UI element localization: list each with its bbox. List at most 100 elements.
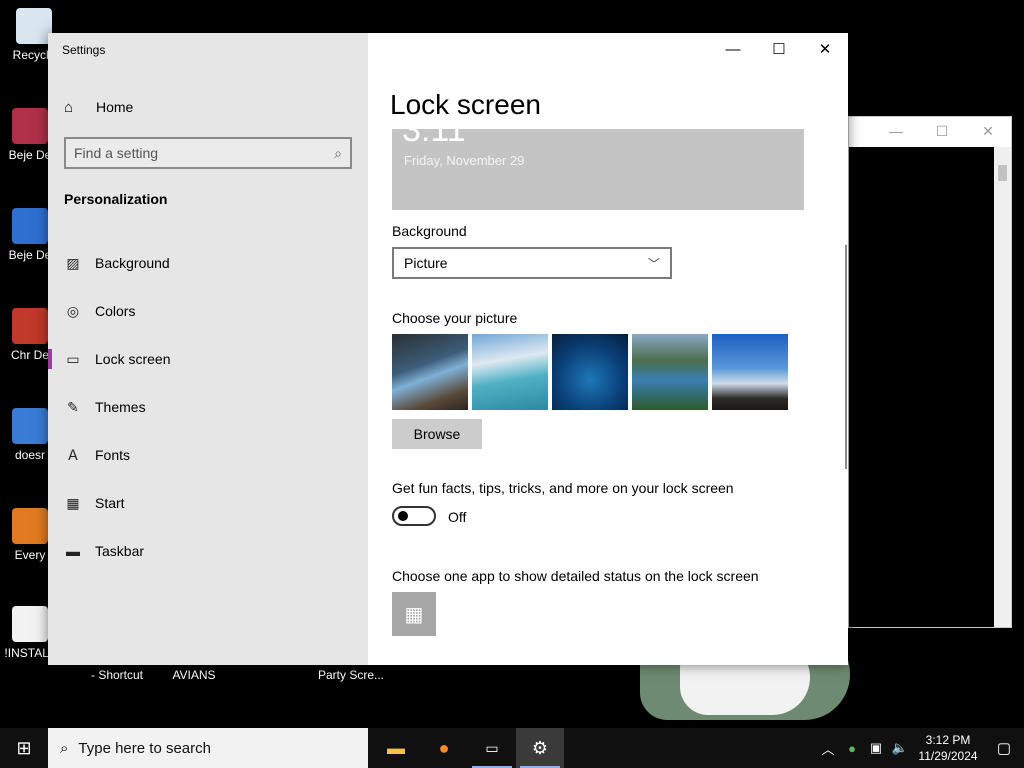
desktop-icon-label[interactable]: Party Scre... bbox=[316, 668, 386, 682]
lock-screen-icon: ▭ bbox=[66, 350, 80, 367]
picture-thumbnail[interactable] bbox=[632, 334, 708, 410]
bejeweled-icon bbox=[12, 208, 48, 244]
section-title: Personalization bbox=[64, 191, 168, 207]
desktop-icon-label: Beje De bbox=[8, 248, 52, 262]
fonts-icon: Ａ bbox=[66, 447, 80, 463]
desktop-icon-label[interactable]: - Shortcut bbox=[86, 668, 148, 682]
recycle-bin-icon bbox=[16, 8, 52, 44]
firefox-button[interactable]: ● bbox=[420, 728, 468, 768]
clock[interactable]: 3:12 PM 11/29/2024 bbox=[912, 732, 984, 764]
picture-thumbnail[interactable] bbox=[552, 334, 628, 410]
taskbar-icon: ▬ bbox=[66, 543, 80, 559]
file-explorer-button[interactable]: ▬ bbox=[372, 728, 420, 768]
background-dropdown[interactable]: Picture ﹀ bbox=[392, 247, 672, 279]
window-title: Settings bbox=[62, 43, 106, 57]
search-icon: ⌕ bbox=[60, 739, 69, 757]
nav-item-label: Fonts bbox=[95, 447, 131, 463]
desktop-icon-label: doesr bbox=[14, 448, 46, 462]
picture-thumbnail[interactable] bbox=[712, 334, 788, 410]
page-title: Lock screen bbox=[390, 89, 541, 120]
taskbar-search-placeholder: Type here to search bbox=[78, 739, 211, 757]
toggle-state-label: Off bbox=[448, 509, 467, 525]
desktop-icon-label: Chr De bbox=[10, 348, 49, 362]
choose-picture-label: Choose your picture bbox=[392, 310, 518, 326]
windows-logo-icon: ⊞ bbox=[16, 737, 32, 758]
page-scrollbar[interactable] bbox=[845, 245, 847, 469]
settings-sidebar: Settings ⌂ Home ⌕ Personalization ▨ Back… bbox=[48, 33, 368, 665]
find-setting-search[interactable]: ⌕ bbox=[64, 137, 352, 169]
nav-item-colors[interactable]: ◎ Colors bbox=[48, 287, 368, 335]
personalization-nav: ▨ Background ◎ Colors ▭ Lock screen ✎ Th… bbox=[48, 239, 368, 575]
minimize-icon[interactable]: — bbox=[873, 123, 919, 139]
calendar-app-button[interactable]: ▦ bbox=[392, 592, 436, 636]
people-icon[interactable]: ● bbox=[840, 741, 864, 756]
close-icon[interactable]: ✕ bbox=[965, 123, 1011, 140]
nav-item-label: Themes bbox=[95, 399, 146, 415]
app-icon bbox=[12, 508, 48, 544]
nav-item-background[interactable]: ▨ Background bbox=[48, 239, 368, 287]
nav-item-taskbar[interactable]: ▬ Taskbar bbox=[48, 527, 368, 575]
settings-window: Settings ⌂ Home ⌕ Personalization ▨ Back… bbox=[48, 33, 848, 665]
terminal-icon: ▭ bbox=[485, 739, 499, 756]
console-scrollbar[interactable] bbox=[994, 147, 1011, 627]
home-icon: ⌂ bbox=[64, 98, 74, 116]
gear-icon: ⚙ bbox=[531, 737, 549, 758]
lock-screen-page: Lock screen 3:11 Friday, November 29 Bac… bbox=[368, 33, 848, 665]
nav-item-label: Start bbox=[95, 495, 125, 511]
chrome-icon bbox=[12, 308, 48, 344]
volume-icon[interactable]: 🔈 bbox=[888, 740, 912, 756]
picture-thumbnail[interactable] bbox=[392, 334, 468, 410]
notification-icon[interactable]: ▢ bbox=[984, 739, 1024, 757]
chevron-up-icon[interactable]: ︿ bbox=[816, 739, 840, 758]
console-titlebar: — ☐ ✕ bbox=[849, 117, 1011, 145]
folder-icon: ▬ bbox=[387, 737, 405, 758]
fun-facts-toggle[interactable] bbox=[392, 506, 436, 526]
search-icon[interactable]: ⌕ bbox=[334, 145, 342, 162]
start-icon: ▦ bbox=[66, 494, 80, 511]
lock-screen-preview: 3:11 Friday, November 29 bbox=[392, 129, 804, 210]
document-icon bbox=[12, 606, 48, 642]
nav-item-label: Colors bbox=[95, 303, 136, 319]
desktop-icon-label[interactable]: AVIANS bbox=[168, 668, 220, 682]
themes-icon: ✎ bbox=[67, 398, 79, 415]
start-button[interactable]: ⊞ bbox=[0, 728, 48, 768]
preview-date: Friday, November 29 bbox=[404, 153, 525, 168]
clock-time: 3:12 PM bbox=[925, 733, 971, 747]
scrollbar-thumb[interactable] bbox=[998, 165, 1007, 181]
toggle-knob bbox=[398, 511, 408, 521]
network-icon[interactable]: ▣ bbox=[864, 740, 888, 756]
nav-item-label: Taskbar bbox=[95, 543, 145, 559]
detailed-status-label: Choose one app to show detailed status o… bbox=[392, 568, 759, 584]
bejeweled-icon bbox=[12, 108, 48, 144]
settings-taskbar-button[interactable]: ⚙ bbox=[516, 728, 564, 768]
console-body[interactable] bbox=[849, 147, 995, 627]
clock-date: 11/29/2024 bbox=[918, 749, 978, 763]
browse-button[interactable]: Browse bbox=[392, 419, 482, 449]
system-tray: ︿ ● ▣ 🔈 3:12 PM 11/29/2024 ▢ bbox=[816, 728, 1024, 768]
fun-facts-label: Get fun facts, tips, tricks, and more on… bbox=[392, 480, 734, 496]
nav-item-themes[interactable]: ✎ Themes bbox=[48, 383, 368, 431]
nav-item-fonts[interactable]: Ａ Fonts bbox=[48, 431, 368, 479]
app-icon bbox=[12, 408, 48, 444]
maximize-icon[interactable]: ☐ bbox=[919, 123, 965, 140]
picture-thumbnails bbox=[392, 334, 788, 410]
background-selected-value: Picture bbox=[404, 255, 448, 271]
terminal-button[interactable]: ▭ bbox=[468, 728, 516, 768]
preview-time: 3:11 bbox=[402, 129, 466, 149]
desktop-icon-label: Beje De bbox=[8, 148, 52, 162]
desktop-icon-label: Every bbox=[14, 548, 46, 562]
nav-item-label: Background bbox=[95, 255, 170, 271]
home-nav-item[interactable]: ⌂ Home bbox=[48, 91, 368, 123]
nav-item-lock-screen[interactable]: ▭ Lock screen bbox=[48, 335, 368, 383]
search-input[interactable] bbox=[74, 145, 335, 161]
palette-icon: ◎ bbox=[66, 302, 80, 319]
background-label: Background bbox=[392, 223, 467, 239]
console-window[interactable]: — ☐ ✕ bbox=[848, 116, 1012, 628]
picture-thumbnail[interactable] bbox=[472, 334, 548, 410]
chevron-down-icon: ﹀ bbox=[647, 256, 660, 271]
taskbar-apps: ▬ ● ▭ ⚙ bbox=[372, 728, 564, 768]
firefox-icon: ● bbox=[438, 737, 450, 758]
nav-item-label: Lock screen bbox=[95, 351, 171, 367]
taskbar-search[interactable]: ⌕ Type here to search bbox=[48, 728, 368, 768]
nav-item-start[interactable]: ▦ Start bbox=[48, 479, 368, 527]
